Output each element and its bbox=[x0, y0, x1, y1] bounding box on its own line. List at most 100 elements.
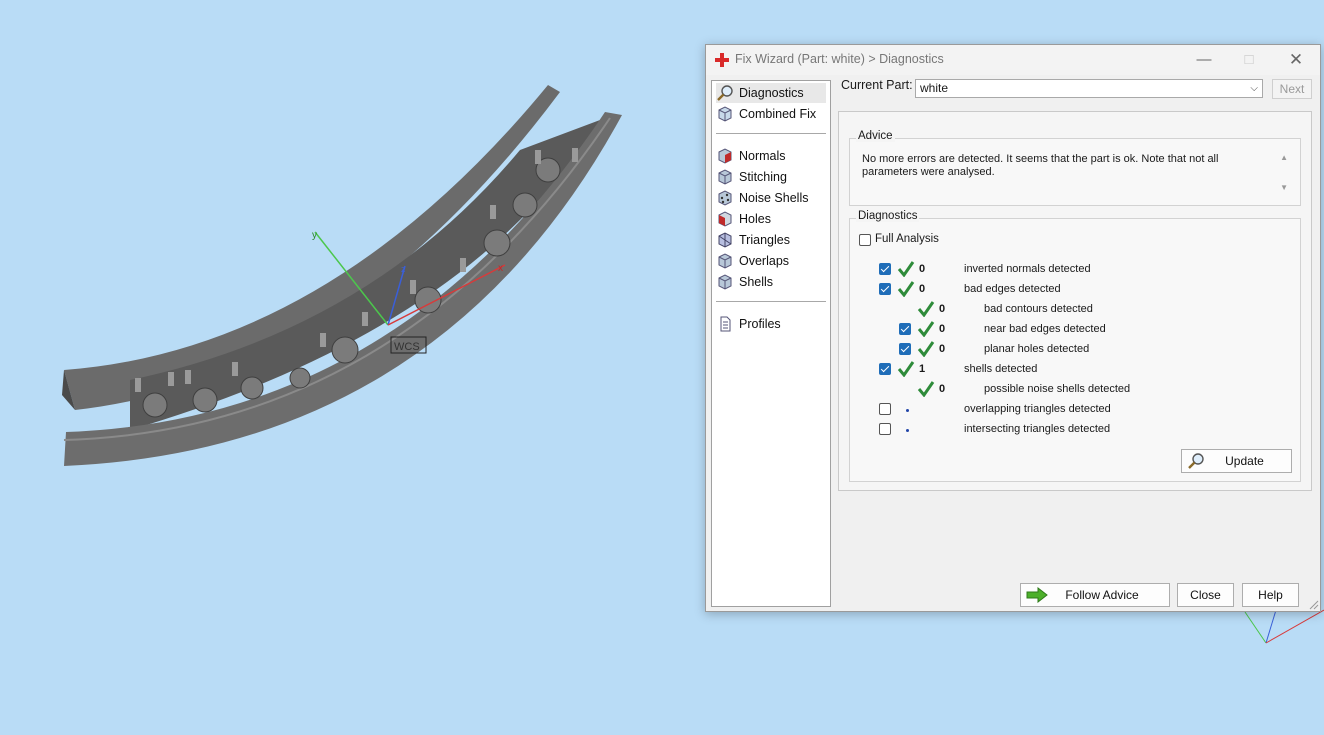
status-dot-icon bbox=[906, 409, 909, 412]
nav-label: Combined Fix bbox=[739, 107, 817, 121]
magnifier-icon bbox=[717, 85, 733, 101]
axis-z-label: z bbox=[401, 264, 406, 274]
check-ok-icon bbox=[917, 301, 935, 317]
overlapping-triangles-checkbox[interactable] bbox=[879, 403, 891, 415]
fix-wizard-dialog: Fix Wizard (Part: white) > Diagnostics —… bbox=[705, 44, 1321, 612]
diagnostics-panel: Advice No more errors are detected. It s… bbox=[838, 111, 1312, 491]
diagnostic-count: 0 bbox=[939, 343, 946, 355]
holes-cube-icon bbox=[718, 211, 732, 227]
diagnostic-label: near bad edges detected bbox=[984, 323, 1106, 335]
nav-label: Normals bbox=[739, 149, 786, 163]
shells-checkbox[interactable] bbox=[879, 363, 891, 375]
diagnostic-label: inverted normals detected bbox=[964, 263, 1091, 275]
title-bar[interactable]: Fix Wizard (Part: white) > Diagnostics —… bbox=[706, 45, 1320, 75]
diagnostics-title: Diagnostics bbox=[856, 210, 920, 222]
diagnostic-count: 0 bbox=[939, 323, 946, 335]
triad-icon bbox=[1244, 609, 1324, 644]
scroll-down-icon[interactable]: ▼ bbox=[1280, 183, 1288, 192]
nav-item-triangles[interactable]: Triangles bbox=[716, 230, 826, 250]
normals-cube-icon bbox=[718, 148, 732, 164]
check-ok-icon bbox=[897, 261, 915, 277]
diagnostic-label: shells detected bbox=[964, 363, 1038, 375]
arrow-right-icon bbox=[1026, 587, 1048, 603]
check-ok-icon bbox=[917, 341, 935, 357]
update-button[interactable]: Update bbox=[1181, 449, 1292, 473]
diagnostics-group: Diagnostics Full Analysis 0 inverted nor… bbox=[849, 210, 1301, 482]
check-ok-icon bbox=[917, 321, 935, 337]
document-icon bbox=[720, 316, 731, 332]
status-dot-icon bbox=[906, 429, 909, 432]
wizard-nav: Diagnostics Combined Fix Normals Stitchi… bbox=[711, 80, 831, 607]
diagnostic-count: 1 bbox=[919, 363, 926, 375]
nav-label: Profiles bbox=[739, 317, 781, 331]
nav-label: Noise Shells bbox=[739, 191, 809, 205]
magnifier-icon bbox=[1188, 453, 1204, 469]
nav-item-stitching[interactable]: Stitching bbox=[716, 167, 826, 187]
nav-label: Overlaps bbox=[739, 254, 790, 268]
advice-text: No more errors are detected. It seems th… bbox=[862, 153, 1219, 178]
wcs-label: WCS bbox=[394, 341, 420, 353]
help-button[interactable]: Help bbox=[1242, 583, 1299, 607]
nav-item-holes[interactable]: Holes bbox=[716, 209, 826, 229]
nav-label: Diagnostics bbox=[739, 86, 804, 100]
current-part-label: Current Part: bbox=[841, 78, 913, 92]
advice-group: Advice No more errors are detected. It s… bbox=[849, 130, 1301, 206]
nav-divider bbox=[716, 301, 826, 302]
nav-item-noise-shells[interactable]: Noise Shells bbox=[716, 188, 826, 208]
check-ok-icon bbox=[897, 281, 915, 297]
near-bad-edges-checkbox[interactable] bbox=[899, 323, 911, 335]
diagnostic-label: bad contours detected bbox=[984, 303, 1093, 315]
nav-divider bbox=[716, 133, 826, 134]
nav-item-diagnostics[interactable]: Diagnostics bbox=[716, 83, 826, 103]
diagnostic-label: possible noise shells detected bbox=[984, 383, 1131, 395]
part-model[interactable] bbox=[62, 85, 622, 466]
follow-advice-button[interactable]: Follow Advice bbox=[1020, 583, 1170, 607]
stitching-cube-icon bbox=[718, 169, 732, 185]
check-ok-icon bbox=[897, 361, 915, 377]
current-part-select[interactable]: white ⌵ bbox=[915, 79, 1263, 98]
cube-icon bbox=[718, 106, 732, 122]
follow-advice-label: Follow Advice bbox=[1065, 588, 1139, 602]
minimize-icon[interactable]: — bbox=[1187, 49, 1221, 71]
axis-y-label: y bbox=[312, 230, 317, 241]
full-analysis-checkbox[interactable] bbox=[859, 234, 871, 246]
nav-label: Triangles bbox=[739, 233, 790, 247]
noise-shells-icon bbox=[718, 190, 732, 206]
full-analysis-label: Full Analysis bbox=[875, 233, 939, 245]
diagnostic-label: bad edges detected bbox=[964, 283, 1061, 295]
nav-item-overlaps[interactable]: Overlaps bbox=[716, 251, 826, 271]
maximize-icon[interactable]: □ bbox=[1232, 49, 1266, 71]
axis-x-label: x bbox=[498, 263, 503, 274]
close-button[interactable]: Close bbox=[1177, 583, 1234, 607]
nav-item-shells[interactable]: Shells bbox=[716, 272, 826, 292]
overlaps-cube-icon bbox=[718, 253, 732, 269]
resize-grip-icon[interactable] bbox=[1309, 600, 1319, 610]
bad-edges-checkbox[interactable] bbox=[879, 283, 891, 295]
diagnostic-count: 0 bbox=[939, 383, 946, 395]
next-button[interactable]: Next bbox=[1272, 79, 1312, 99]
app-icon bbox=[715, 53, 729, 67]
advice-title: Advice bbox=[856, 130, 895, 142]
scroll-up-icon[interactable]: ▲ bbox=[1280, 153, 1288, 162]
intersecting-triangles-checkbox[interactable] bbox=[879, 423, 891, 435]
chevron-down-icon: ⌵ bbox=[1250, 83, 1258, 94]
nav-label: Holes bbox=[739, 212, 771, 226]
diagnostic-label: overlapping triangles detected bbox=[964, 403, 1111, 415]
close-icon[interactable]: ✕ bbox=[1279, 49, 1313, 71]
nav-item-normals[interactable]: Normals bbox=[716, 146, 826, 166]
shells-cube-icon bbox=[718, 274, 732, 290]
nav-item-combined-fix[interactable]: Combined Fix bbox=[716, 104, 826, 124]
inverted-normals-checkbox[interactable] bbox=[879, 263, 891, 275]
nav-item-profiles[interactable]: Profiles bbox=[716, 314, 826, 334]
triangles-cube-icon bbox=[718, 232, 732, 248]
nav-label: Shells bbox=[739, 275, 774, 289]
update-label: Update bbox=[1225, 454, 1264, 468]
nav-label: Stitching bbox=[739, 170, 787, 184]
planar-holes-checkbox[interactable] bbox=[899, 343, 911, 355]
check-ok-icon bbox=[917, 381, 935, 397]
window-title: Fix Wizard (Part: white) > Diagnostics bbox=[735, 52, 944, 66]
diagnostic-count: 0 bbox=[919, 263, 926, 275]
current-part-value: white bbox=[920, 81, 949, 95]
diagnostic-count: 0 bbox=[919, 283, 926, 295]
diagnostic-count: 0 bbox=[939, 303, 946, 315]
